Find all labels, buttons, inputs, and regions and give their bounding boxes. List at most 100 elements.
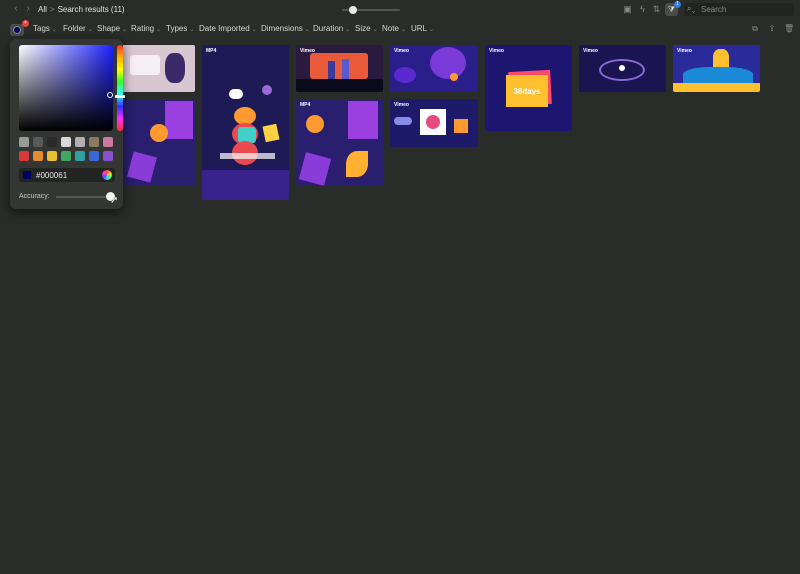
thumb-art [130, 55, 160, 75]
hue-slider[interactable] [117, 45, 123, 131]
search-placeholder: Search [701, 5, 727, 14]
color-picker-popup: #000061 Accuracy: ➚ [10, 39, 125, 209]
thumb-type-label: Vimeo [583, 48, 598, 54]
color-swatch[interactable] [61, 137, 71, 147]
thumb-art [342, 59, 349, 79]
filter-types-label: Types [166, 24, 188, 33]
thumb-art [328, 61, 335, 79]
thumb-type-label: MP4 [206, 48, 217, 54]
chevron-down-icon: ⌄ [251, 27, 257, 33]
thumbnail-9[interactable]: Vimeo [390, 99, 478, 147]
color-swatch[interactable] [89, 151, 99, 161]
zoom-slider-handle[interactable] [349, 6, 357, 14]
hue-slider-handle[interactable] [115, 95, 125, 98]
thumb-art [165, 53, 185, 83]
thumb-art [430, 47, 466, 79]
thumb-art [229, 89, 243, 99]
color-swatch[interactable] [19, 137, 29, 147]
thumbnail-4[interactable]: Vimeo 36days [485, 45, 572, 131]
filter-shape[interactable]: Shape ⌄ [97, 24, 127, 33]
saturation-value-handle[interactable] [107, 92, 113, 98]
filter-url[interactable]: URL ⌄ [411, 24, 434, 33]
hex-input[interactable]: #000061 [19, 168, 115, 182]
thumb-36days-text: 36days [513, 86, 541, 96]
filter-rating-label: Rating [131, 24, 155, 33]
color-swatch[interactable] [75, 151, 85, 161]
forward-icon[interactable]: › [23, 4, 33, 14]
thumb-type-label: MP4 [300, 102, 311, 108]
thumb-art [394, 67, 416, 83]
color-swatch[interactable] [75, 137, 85, 147]
chevron-down-icon: ⌄ [87, 27, 93, 33]
top-toolbar: ‹ › All > Search results (11) ▣ ϟ ⇅ ⧩ 1 ⌕⌄… [0, 0, 800, 19]
mouse-cursor-icon: ➚ [110, 195, 119, 206]
export-icon[interactable]: ⇪ [767, 24, 777, 34]
thumbnail-8[interactable]: MP4 [296, 99, 383, 186]
thumbnail-5[interactable]: Vimeo [579, 45, 666, 92]
color-swatch[interactable] [103, 151, 113, 161]
color-swatch[interactable] [103, 137, 113, 147]
flash-icon[interactable]: ϟ [637, 4, 648, 15]
filter-size-label: Size [355, 24, 371, 33]
filter-size[interactable]: Size ⌄ [355, 24, 378, 33]
accuracy-label: Accuracy: [19, 193, 50, 200]
breadcrumb-current: Search results (11) [57, 5, 125, 14]
thumb-art [220, 153, 275, 159]
thumb-art [619, 65, 625, 71]
filter-duration-label: Duration [313, 24, 344, 33]
chevron-down-icon: ⌄ [372, 27, 378, 33]
thumbnail-6[interactable]: Vimeo [673, 45, 760, 92]
filter-folder[interactable]: Folder ⌄ [63, 24, 93, 33]
thumb-art [346, 151, 368, 177]
filter-rating[interactable]: Rating ⌄ [131, 24, 161, 33]
filter-duration[interactable]: Duration ⌄ [313, 24, 350, 33]
thumb-art [296, 79, 383, 92]
filter-date-imported[interactable]: Date Imported ⌄ [199, 24, 257, 33]
thumb-art [310, 53, 368, 79]
thumb-art: 36days [506, 75, 548, 107]
color-swatch[interactable] [47, 151, 57, 161]
color-swatch[interactable] [33, 137, 43, 147]
filter-types[interactable]: Types ⌄ [166, 24, 194, 33]
thumb-art [306, 115, 324, 133]
search-input[interactable]: ⌕⌄ Search [684, 3, 794, 16]
preview-icon[interactable]: ▣ [622, 4, 633, 15]
breadcrumb: All > Search results (11) [38, 5, 125, 14]
saturation-value-field[interactable] [19, 45, 113, 131]
thumb-art [348, 101, 378, 139]
hex-value: #000061 [36, 171, 68, 180]
color-swatch[interactable] [47, 137, 57, 147]
thumb-type-label: Vimeo [394, 102, 409, 108]
color-swatch[interactable] [33, 151, 43, 161]
thumbnail-1[interactable]: MP4 [202, 45, 289, 200]
filter-url-label: URL [411, 24, 428, 33]
thumbnail-3[interactable]: Vimeo [390, 45, 478, 92]
thumb-type-label: Vimeo [394, 48, 409, 54]
accuracy-slider-track[interactable] [56, 196, 110, 198]
chevron-down-icon: ⌄ [51, 27, 57, 33]
thumb-art [262, 123, 280, 143]
filter-dimensions[interactable]: Dimensions ⌄ [261, 24, 310, 33]
thumb-type-label: Vimeo [489, 48, 504, 54]
filter-tags[interactable]: Tags ⌄ [33, 24, 57, 33]
chevron-down-icon: ⌄ [189, 27, 195, 33]
sort-icon[interactable]: ⇅ [651, 4, 662, 15]
search-icon: ⌕⌄ [687, 4, 696, 13]
chevron-down-icon: ⌄ [400, 27, 406, 33]
color-wheel-icon[interactable] [102, 170, 112, 180]
thumbnail-7[interactable] [120, 99, 195, 186]
chevron-down-icon: ⌄ [122, 27, 128, 33]
trash-icon[interactable]: 🗑 [784, 24, 794, 34]
clear-color-filter-icon[interactable]: × [22, 20, 29, 27]
filter-dimensions-label: Dimensions [261, 24, 303, 33]
thumbnail-2[interactable]: Vimeo [296, 45, 383, 92]
tag-filter-icon[interactable]: ⧉ [750, 24, 760, 34]
thumbnail-0[interactable] [120, 45, 195, 92]
back-icon[interactable]: ‹ [11, 4, 21, 14]
filter-note[interactable]: Note ⌄ [382, 24, 406, 33]
breadcrumb-root[interactable]: All [38, 5, 47, 14]
thumb-art [454, 119, 468, 133]
color-swatch[interactable] [61, 151, 71, 161]
color-swatch[interactable] [19, 151, 29, 161]
color-swatch[interactable] [89, 137, 99, 147]
